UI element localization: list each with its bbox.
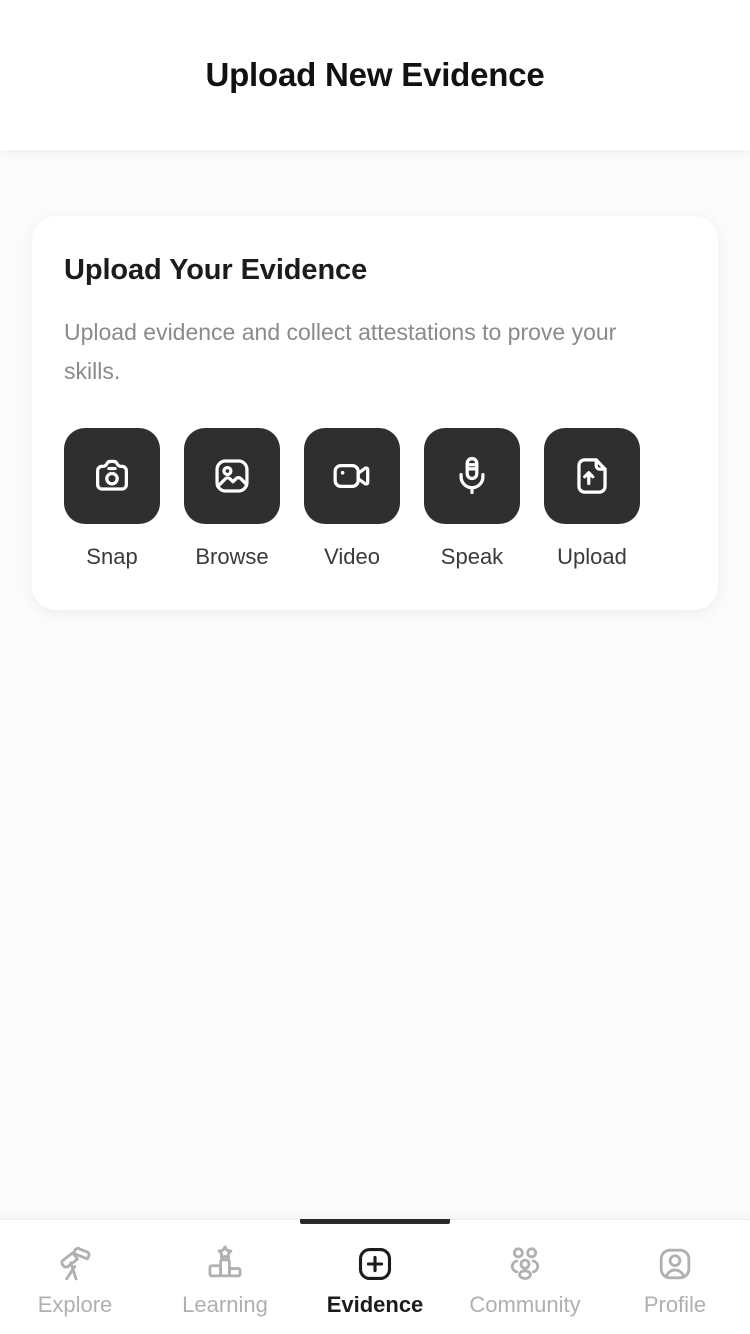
action-speak[interactable]: Speak (424, 428, 520, 570)
action-upload-tile[interactable] (544, 428, 640, 525)
app-header: Upload New Evidence (0, 0, 750, 150)
nav-item-profile[interactable]: Profile (600, 1220, 750, 1334)
action-snap[interactable]: Snap (64, 428, 160, 570)
action-video-label: Video (324, 544, 380, 570)
upload-evidence-card: Upload Your Evidence Upload evidence and… (32, 216, 718, 611)
action-browse-tile[interactable] (184, 428, 280, 525)
card-title: Upload Your Evidence (64, 254, 368, 286)
action-video[interactable]: Video (304, 428, 400, 570)
action-upload-label: Upload (557, 544, 627, 570)
action-browse-label: Browse (195, 544, 269, 570)
nav-item-learning[interactable]: Learning (150, 1220, 300, 1334)
nav-item-explore[interactable]: Explore (0, 1220, 150, 1334)
app-screen: Upload New Evidence Upload Your Evidence… (0, 0, 750, 1334)
main-content: Upload Your Evidence Upload evidence and… (0, 150, 750, 1219)
plus-square-icon (353, 1242, 397, 1286)
card-subtitle: Upload evidence and collect attestations… (64, 319, 617, 384)
action-speak-label: Speak (440, 544, 504, 570)
action-browse[interactable]: Browse (184, 428, 280, 570)
camera-icon (89, 453, 135, 499)
nav-item-profile-label: Profile (643, 1292, 707, 1317)
image-icon (209, 453, 255, 499)
nav-item-explore-label: Explore (37, 1292, 113, 1317)
nav-item-evidence-label: Evidence (326, 1292, 424, 1317)
upload-action-row: Snap Browse Video Speak Upload (64, 428, 686, 570)
nav-item-learning-label: Learning (182, 1292, 268, 1317)
bottom-navigation: Explore Learning Evidence Community Prof… (0, 1219, 750, 1334)
nav-item-community-label: Community (469, 1292, 581, 1317)
microphone-icon (449, 453, 495, 499)
action-speak-tile[interactable] (424, 428, 520, 525)
active-tab-indicator (300, 1219, 450, 1224)
nav-item-evidence[interactable]: Evidence (300, 1219, 450, 1334)
action-snap-label: Snap (86, 544, 138, 570)
file-upload-icon (569, 453, 615, 499)
action-video-tile[interactable] (304, 428, 400, 525)
action-upload[interactable]: Upload (544, 428, 640, 570)
page-title: Upload New Evidence (205, 56, 545, 93)
action-snap-tile[interactable] (64, 428, 160, 525)
telescope-icon (54, 1242, 96, 1286)
video-camera-icon (329, 453, 375, 499)
nav-item-community[interactable]: Community (450, 1220, 600, 1334)
people-group-icon (504, 1242, 546, 1286)
person-square-icon (654, 1242, 696, 1286)
podium-star-icon (204, 1242, 246, 1286)
